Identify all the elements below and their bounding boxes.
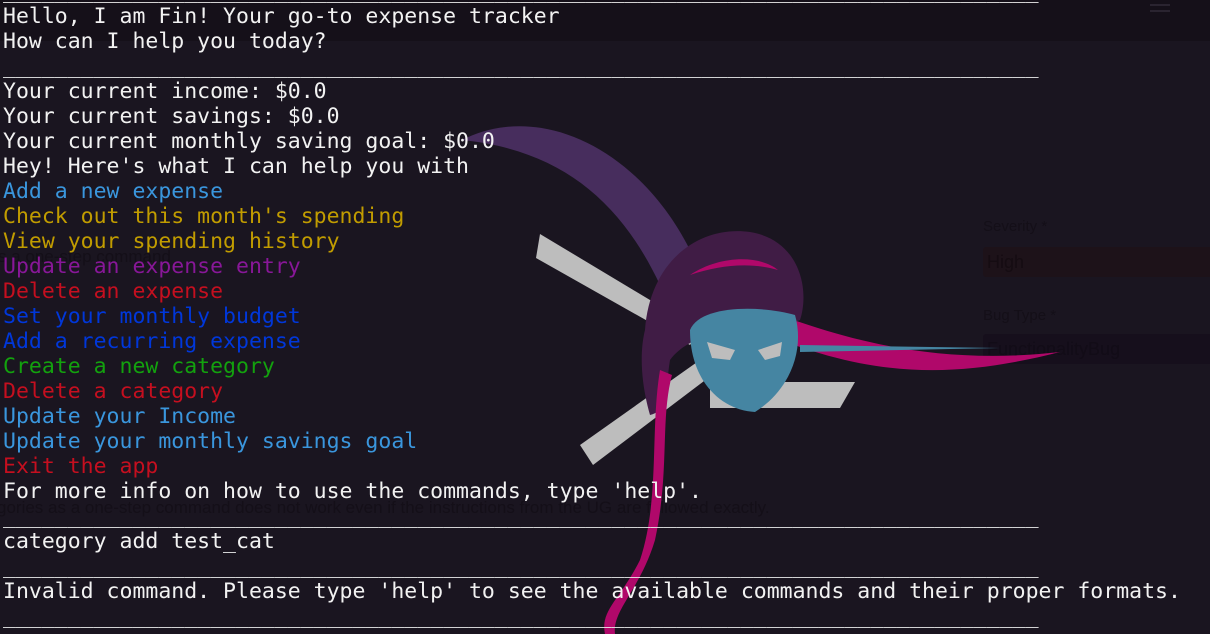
menu-item: Add a new expense: [3, 179, 224, 204]
error-message: Invalid command. Please type 'help' to s…: [3, 579, 1181, 604]
menu-item: Add a recurring expense: [3, 329, 301, 354]
menu-item: Update your monthly savings goal: [3, 429, 418, 454]
greeting: Hello, I am Fin! Your go-to expense trac…: [3, 4, 560, 29]
menu-item: Update an expense entry: [3, 254, 301, 279]
separator: ________________________________________…: [3, 554, 1039, 579]
income-line: Your current income: $0.0: [3, 79, 327, 104]
saving-goal-line: Your current monthly saving goal: $0.0: [3, 129, 495, 154]
menu-item: Update your Income: [3, 404, 236, 429]
savings-line: Your current savings: $0.0: [3, 104, 340, 129]
menu-item: Check out this month's spending: [3, 204, 405, 229]
command-menu: Add a new expense Check out this month's …: [3, 179, 1181, 479]
menu-item: Delete an expense: [3, 279, 224, 304]
menu-item: Exit the app: [3, 454, 159, 479]
separator: ________________________________________…: [3, 504, 1039, 529]
menu-intro: Hey! Here's what I can help you with: [3, 154, 469, 179]
menu-item: View your spending history: [3, 229, 340, 254]
menu-item: Delete a category: [3, 379, 224, 404]
terminal-output: ________________________________________…: [3, 0, 1181, 629]
separator: ________________________________________…: [3, 54, 1039, 79]
separator: ________________________________________…: [3, 604, 1039, 629]
help-hint: For more info on how to use the commands…: [3, 479, 702, 504]
prompt: How can I help you today?: [3, 29, 327, 54]
user-input-line: category add test_cat: [3, 529, 275, 554]
menu-item: Set your monthly budget: [3, 304, 301, 329]
menu-item: Create a new category: [3, 354, 275, 379]
